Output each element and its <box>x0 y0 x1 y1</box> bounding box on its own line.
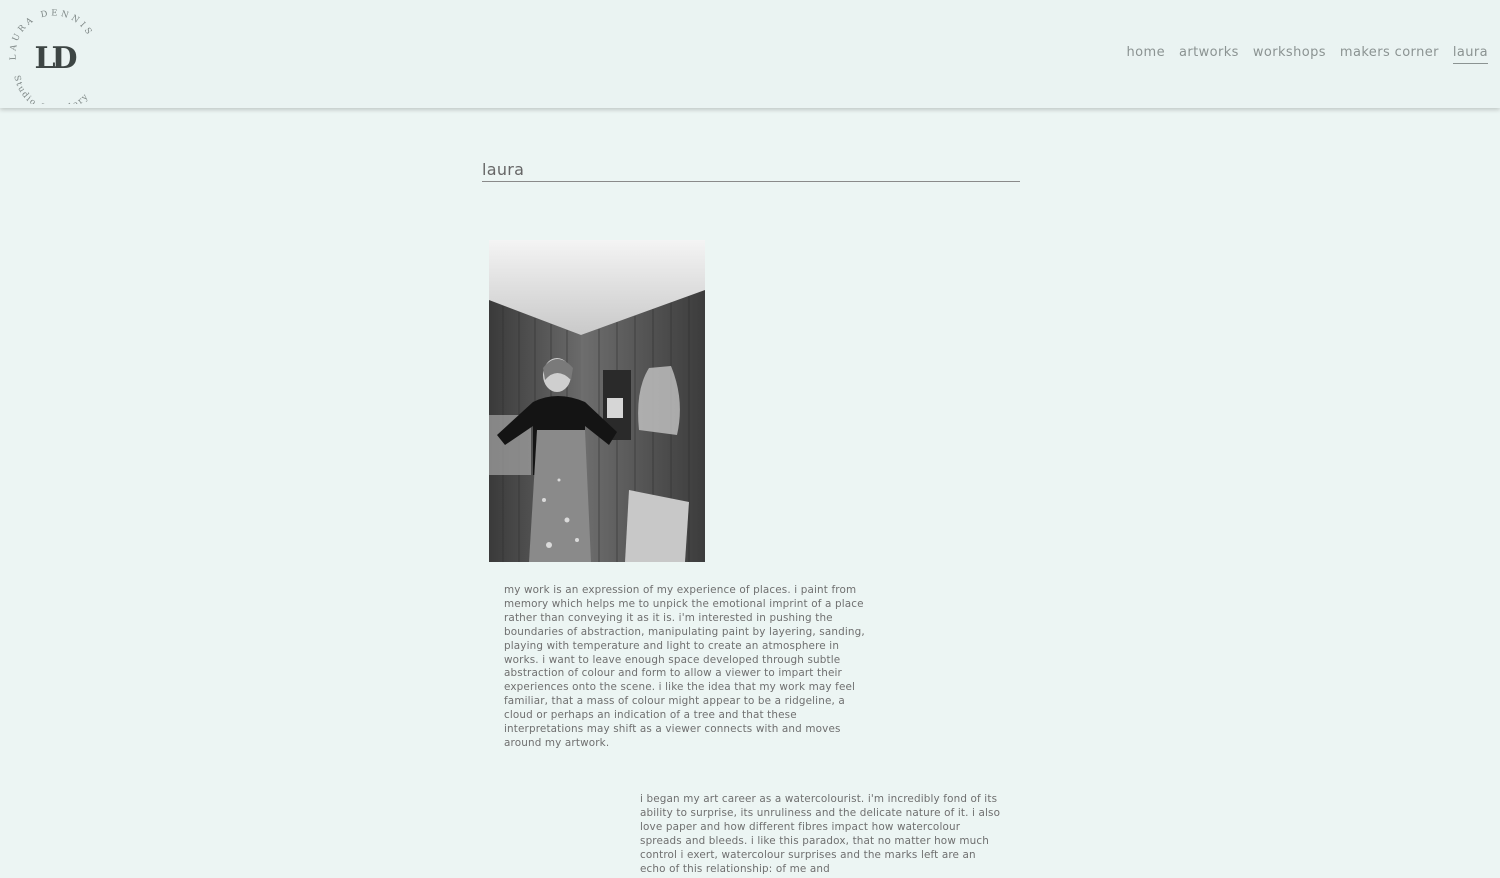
logo-monogram: LD <box>34 41 76 76</box>
page-content: laura <box>482 160 1020 182</box>
nav-workshops[interactable]: workshops <box>1253 45 1326 64</box>
nav-laura[interactable]: laura <box>1452 45 1488 64</box>
logo-emblem: LAURA DENNIS Studio & Gallery LD <box>8 8 91 115</box>
nav-artworks[interactable]: artworks <box>1179 45 1239 64</box>
bio-paragraph-1: my work is an expression of my experienc… <box>504 584 865 749</box>
svg-text:Studio & Gallery: Studio & Gallery <box>11 74 91 104</box>
nav-home[interactable]: home <box>1127 45 1165 64</box>
site-header: LAURA DENNIS Studio & Gallery LD home ar… <box>0 0 1500 115</box>
nav-makers-corner[interactable]: makers corner <box>1340 45 1439 64</box>
main-nav: home artworks workshops makers corner la… <box>1127 45 1488 64</box>
site-logo[interactable]: LAURA DENNIS Studio & Gallery LD <box>6 8 102 115</box>
artist-portrait <box>489 240 705 562</box>
portrait-image <box>489 240 705 562</box>
bio-paragraph-2: i began my art career as a watercolouris… <box>640 793 1001 875</box>
page-title: laura <box>482 160 1020 182</box>
logo-ring-bottom: Studio & Gallery <box>11 74 89 115</box>
